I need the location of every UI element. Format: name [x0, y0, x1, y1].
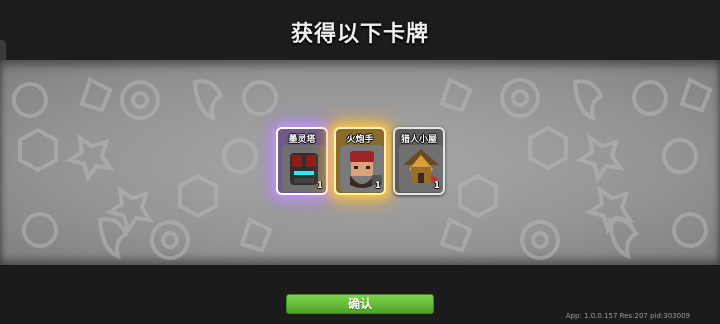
version-label: App: 1.0.0.157 Res:207 pid:303009 — [565, 312, 690, 320]
confirm-button[interactable]: 确认 — [286, 294, 434, 314]
card-huo-pao-shou[interactable]: 火炮手 1 — [334, 127, 386, 195]
card-lie-ren-xiao-wu[interactable]: 猎人小屋 1 — [393, 127, 445, 195]
page-title: 获得以下卡牌 — [290, 22, 429, 47]
card-count: 1 — [433, 181, 440, 191]
card-mo-ling-ta[interactable]: 墨灵塔 1 — [276, 127, 328, 195]
card-name: 墨灵塔 — [288, 135, 316, 145]
card-count: 1 — [316, 181, 323, 191]
card-name: 猎人小屋 — [400, 135, 437, 145]
card-name: 火炮手 — [346, 135, 374, 145]
card-count: 1 — [374, 181, 381, 191]
